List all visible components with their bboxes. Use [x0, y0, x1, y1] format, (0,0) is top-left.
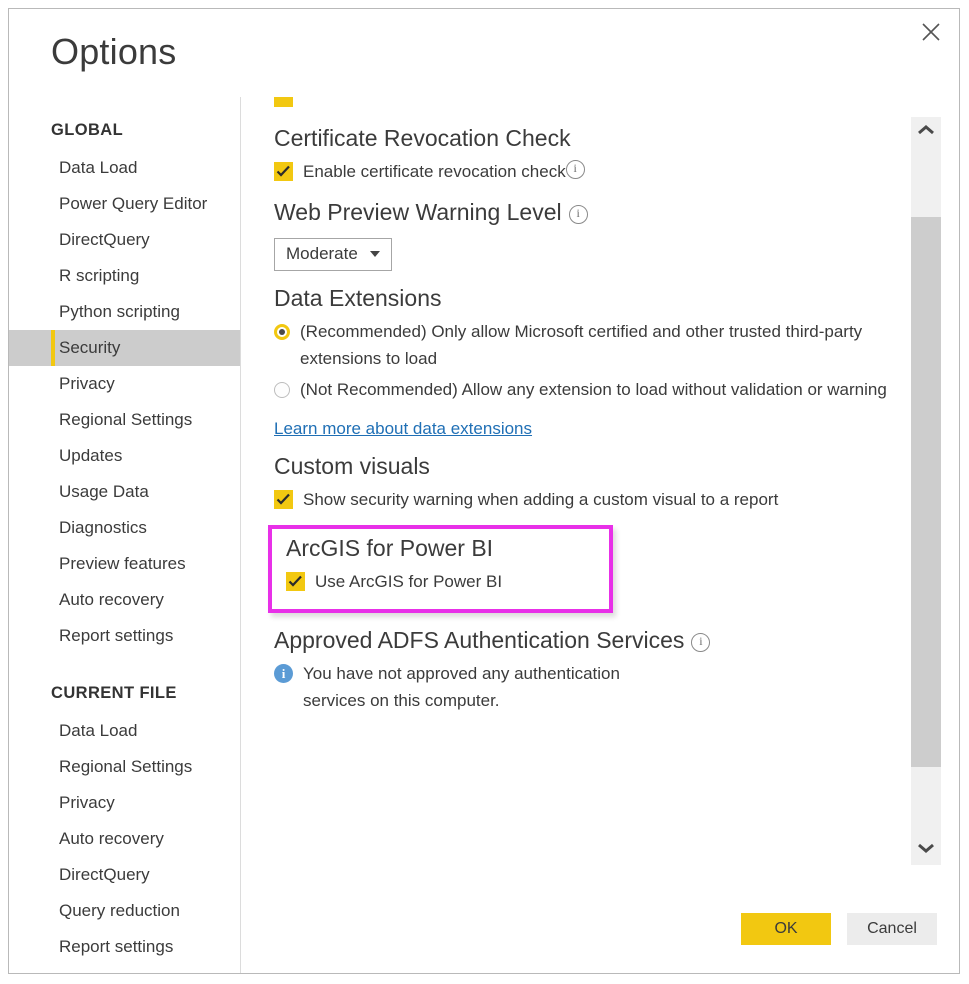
adfs-heading: Approved ADFS Authentication Services: [274, 627, 685, 653]
data-extensions-option-recommended[interactable]: (Recommended) Only allow Microsoft certi…: [274, 318, 894, 372]
data-extensions-option-not-recommended-label: (Not Recommended) Allow any extension to…: [300, 380, 887, 399]
section-data-extensions: Data Extensions (Recommended) Only allow…: [266, 285, 894, 439]
web-preview-heading: Web Preview Warning Level: [274, 199, 562, 225]
arcgis-checkbox-row[interactable]: Use ArcGIS for Power BI: [286, 568, 609, 595]
web-preview-info-icon[interactable]: i: [568, 205, 588, 224]
sidebar-item-python-scripting[interactable]: Python scripting: [9, 294, 240, 330]
sidebar-item-file-privacy[interactable]: Privacy: [9, 785, 240, 821]
chevron-down-icon: [917, 841, 935, 859]
section-custom-visuals: Custom visuals Show security warning whe…: [266, 453, 894, 513]
scroll-down-button[interactable]: [911, 835, 941, 865]
web-preview-heading-row: Web Preview Warning Level i: [274, 199, 894, 226]
page-title: Options: [51, 31, 177, 72]
certificate-checkbox-label: Enable certificate revocation check: [303, 162, 566, 181]
sidebar-item-privacy[interactable]: Privacy: [9, 366, 240, 402]
sidebar-group-global-title: GLOBAL: [51, 121, 124, 139]
data-extensions-heading: Data Extensions: [274, 285, 442, 311]
custom-visuals-checkbox-row[interactable]: Show security warning when adding a cust…: [274, 486, 894, 513]
sidebar-item-diagnostics[interactable]: Diagnostics: [9, 510, 240, 546]
sidebar-item-updates[interactable]: Updates: [9, 438, 240, 474]
web-preview-selected-value: Moderate: [286, 244, 358, 263]
sidebar-item-security[interactable]: Security: [9, 330, 240, 366]
web-preview-warning-level-select[interactable]: Moderate: [274, 238, 392, 271]
sidebar-item-auto-recovery[interactable]: Auto recovery: [9, 582, 240, 618]
chevron-up-icon: [917, 123, 935, 141]
sidebar-group-current-file-title: CURRENT FILE: [51, 684, 177, 702]
scroll-up-button[interactable]: [911, 117, 941, 147]
adfs-message-row: i You have not approved any authenticati…: [274, 660, 894, 714]
show-security-warning-checkbox[interactable]: [274, 490, 293, 509]
sidebar: GLOBAL Data Load Power Query Editor Dire…: [9, 97, 241, 973]
close-icon: [921, 22, 941, 42]
adfs-message-line2: services on this computer.: [303, 691, 500, 710]
sidebar-item-power-query-editor[interactable]: Power Query Editor: [9, 186, 240, 222]
use-arcgis-checkbox[interactable]: [286, 572, 305, 591]
data-extensions-option-not-recommended[interactable]: (Not Recommended) Allow any extension to…: [274, 376, 894, 403]
sidebar-item-file-report-settings[interactable]: Report settings: [9, 929, 240, 965]
content-scrollbar[interactable]: [911, 117, 941, 865]
clipped-checkbox[interactable]: [274, 97, 293, 107]
chevron-down-icon: [369, 251, 380, 257]
certificate-heading: Certificate Revocation Check: [274, 125, 571, 151]
sidebar-item-r-scripting[interactable]: R scripting: [9, 258, 240, 294]
sidebar-item-file-query-reduction[interactable]: Query reduction: [9, 893, 240, 929]
custom-visuals-checkbox-label: Show security warning when adding a cust…: [303, 490, 779, 509]
adfs-heading-row: Approved ADFS Authentication Services i: [274, 627, 894, 654]
section-adfs: Approved ADFS Authentication Services i …: [266, 627, 894, 714]
learn-more-data-extensions-link[interactable]: Learn more about data extensions: [274, 419, 532, 439]
sidebar-item-directquery[interactable]: DirectQuery: [9, 222, 240, 258]
sidebar-item-data-load[interactable]: Data Load: [9, 150, 240, 186]
radio-recommended[interactable]: [274, 324, 290, 340]
arcgis-highlight-callout: ArcGIS for Power BI Use ArcGIS for Power…: [268, 525, 613, 613]
options-dialog: Options GLOBAL Data Load Power Query Edi…: [8, 8, 960, 974]
adfs-message-line1: You have not approved any authentication: [303, 664, 620, 683]
sidebar-item-file-regional-settings[interactable]: Regional Settings: [9, 749, 240, 785]
arcgis-checkbox-label: Use ArcGIS for Power BI: [315, 572, 503, 591]
arcgis-heading: ArcGIS for Power BI: [286, 535, 494, 561]
data-extensions-option-recommended-label: (Recommended) Only allow Microsoft certi…: [300, 322, 863, 368]
custom-visuals-heading: Custom visuals: [274, 453, 430, 479]
settings-content-pane: Update or apply security updates when av…: [242, 97, 959, 883]
scrollbar-thumb[interactable]: [911, 217, 941, 767]
sidebar-item-regional-settings[interactable]: Regional Settings: [9, 402, 240, 438]
dialog-titlebar: Options: [9, 9, 959, 97]
sidebar-item-report-settings[interactable]: Report settings: [9, 618, 240, 654]
ok-button[interactable]: OK: [741, 913, 831, 945]
section-certificate-revocation: Certificate Revocation Check Enable cert…: [266, 125, 894, 185]
adfs-message: You have not approved any authentication…: [303, 660, 620, 714]
sidebar-item-usage-data[interactable]: Usage Data: [9, 474, 240, 510]
certificate-info-icon[interactable]: i: [565, 160, 585, 179]
radio-not-recommended[interactable]: [274, 382, 290, 398]
sidebar-item-file-auto-recovery[interactable]: Auto recovery: [9, 821, 240, 857]
dialog-footer: OK Cancel: [741, 913, 937, 945]
enable-certificate-revocation-checkbox[interactable]: [274, 162, 293, 181]
info-filled-icon: i: [274, 664, 293, 683]
certificate-checkbox-row[interactable]: Enable certificate revocation check i: [274, 158, 894, 185]
close-button[interactable]: [905, 9, 957, 55]
section-web-preview-warning: Web Preview Warning Level i Moderate: [266, 199, 894, 271]
sidebar-item-file-directquery[interactable]: DirectQuery: [9, 857, 240, 893]
adfs-info-icon[interactable]: i: [691, 633, 711, 652]
sidebar-item-file-data-load[interactable]: Data Load: [9, 713, 240, 749]
clipped-setting-row: Update or apply security updates when av…: [266, 97, 894, 111]
sidebar-item-preview-features[interactable]: Preview features: [9, 546, 240, 582]
cancel-button[interactable]: Cancel: [847, 913, 937, 945]
